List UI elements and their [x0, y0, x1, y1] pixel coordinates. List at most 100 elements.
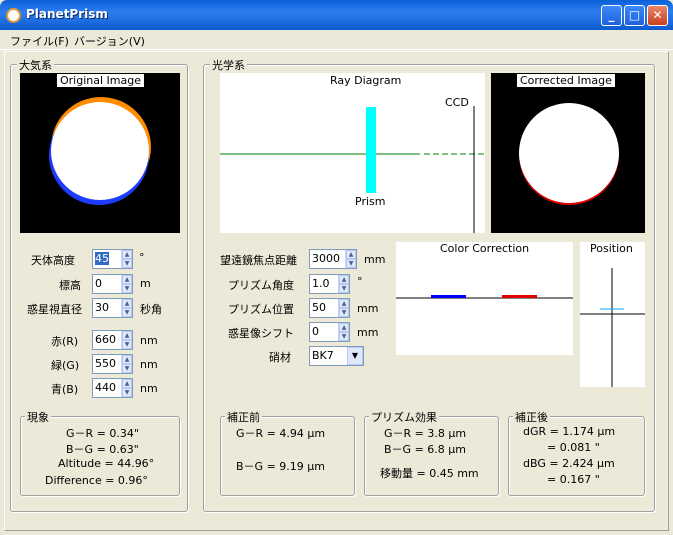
- corrected-image-caption: Corrected Image: [517, 74, 615, 87]
- phenomena-bg: B－G = 0.63": [66, 443, 139, 456]
- prism-position-value[interactable]: 50: [310, 299, 338, 317]
- elevation-value[interactable]: 0: [93, 275, 121, 293]
- color-correction-caption: Color Correction: [440, 242, 530, 255]
- prism-position-spinner[interactable]: 50 ▲ ▼: [309, 298, 350, 318]
- menu-file[interactable]: ファイル(F): [10, 33, 69, 49]
- color-correction-panel: [396, 242, 573, 355]
- glass-material-value[interactable]: BK7: [310, 347, 347, 365]
- planet-disk: [51, 102, 149, 200]
- altitude-value[interactable]: 45: [95, 252, 109, 265]
- spin-down-icon[interactable]: ▼: [122, 340, 132, 349]
- spin-down-icon[interactable]: ▼: [339, 308, 349, 317]
- color-correction-svg: [396, 295, 573, 299]
- before-bg: B－G = 9.19 μm: [236, 460, 325, 473]
- elevation-spinner[interactable]: 0 ▲ ▼: [92, 274, 133, 294]
- altitude-spinner[interactable]: 45 ▲ ▼: [92, 249, 133, 269]
- planet-shift-spinner[interactable]: 0 ▲ ▼: [309, 322, 350, 342]
- green-unit: nm: [140, 358, 158, 371]
- original-image-caption: Original Image: [57, 74, 144, 87]
- before-correction-title: 補正前: [225, 409, 262, 425]
- spin-down-icon[interactable]: ▼: [346, 259, 356, 268]
- optics-group-title: 光学系: [210, 57, 247, 73]
- spin-up-icon[interactable]: ▲: [339, 323, 349, 332]
- prism-angle-unit: °: [357, 275, 363, 288]
- position-panel: [580, 242, 645, 387]
- blue-bar: [431, 295, 466, 298]
- planet-shift-value[interactable]: 0: [310, 323, 338, 341]
- glass-material-label: 硝材: [269, 351, 291, 364]
- red-bar: [502, 295, 537, 298]
- after-dbg: dBG = 2.424 μm: [523, 457, 615, 470]
- after-dbg-arcsec: = 0.167 ": [547, 473, 600, 486]
- atmosphere-group-title: 大気系: [17, 57, 54, 73]
- diameter-unit: 秒角: [140, 303, 162, 316]
- prism-position-label: プリズム位置: [228, 303, 294, 316]
- after-correction-title: 補正後: [513, 409, 550, 425]
- window-title: PlanetPrism: [26, 7, 108, 21]
- focal-length-label: 望遠鏡焦点距離: [220, 254, 297, 267]
- phenomena-difference: Difference = 0.96°: [45, 474, 148, 487]
- blue-value[interactable]: 440: [93, 379, 121, 397]
- prism-effect-title: プリズム効果: [369, 409, 439, 425]
- red-value[interactable]: 660: [93, 331, 121, 349]
- position-caption: Position: [590, 242, 633, 255]
- spin-down-icon[interactable]: ▼: [122, 259, 132, 268]
- diameter-label: 惑星視直径: [27, 303, 82, 316]
- diameter-value[interactable]: 30: [93, 299, 121, 317]
- focal-length-spinner[interactable]: 3000 ▲ ▼: [309, 249, 357, 269]
- blue-label: 青(B): [51, 383, 79, 396]
- planet-shift-label: 惑星像シフト: [228, 327, 294, 340]
- green-value[interactable]: 550: [93, 355, 121, 373]
- after-dgr: dGR = 1.174 μm: [523, 425, 616, 438]
- menu-bar: ファイル(F) バージョン(V): [0, 30, 673, 50]
- ray-diagram-caption: Ray Diagram: [330, 74, 402, 87]
- spin-up-icon[interactable]: ▲: [346, 250, 356, 259]
- prism-angle-label: プリズム角度: [228, 279, 294, 292]
- spin-down-icon[interactable]: ▼: [122, 388, 132, 397]
- prism-effect-bg: B－G = 6.8 μm: [384, 443, 466, 456]
- focal-length-value[interactable]: 3000: [310, 250, 345, 268]
- prism-effect-move: 移動量 = 0.45 mm: [380, 467, 479, 480]
- prism-effect-gr: G－R = 3.8 μm: [384, 427, 467, 440]
- spin-down-icon[interactable]: ▼: [339, 284, 349, 293]
- elevation-label: 標高: [59, 279, 81, 292]
- red-wavelength-spinner[interactable]: 660 ▲ ▼: [92, 330, 133, 350]
- corrected-planet-disk: [519, 103, 619, 203]
- red-unit: nm: [140, 334, 158, 347]
- spin-up-icon[interactable]: ▲: [122, 355, 132, 364]
- prism-shape: [366, 107, 376, 193]
- phenomena-title: 現象: [25, 409, 51, 425]
- prism-angle-value[interactable]: 1.0: [310, 275, 338, 293]
- spin-up-icon[interactable]: ▲: [122, 250, 132, 259]
- corrected-planet-svg: [519, 103, 619, 205]
- title-bar[interactable]: PlanetPrism _ □ ✕: [0, 0, 673, 30]
- spin-up-icon[interactable]: ▲: [122, 275, 132, 284]
- prism-label: Prism: [355, 195, 386, 208]
- blue-wavelength-spinner[interactable]: 440 ▲ ▼: [92, 378, 133, 398]
- blue-unit: nm: [140, 382, 158, 395]
- spin-down-icon[interactable]: ▼: [122, 364, 132, 373]
- prism-angle-spinner[interactable]: 1.0 ▲ ▼: [309, 274, 350, 294]
- spin-up-icon[interactable]: ▲: [122, 299, 132, 308]
- glass-material-select[interactable]: BK7 ▼: [309, 346, 364, 366]
- phenomena-altitude: Altitude = 44.96°: [58, 457, 155, 470]
- diameter-spinner[interactable]: 30 ▲ ▼: [92, 298, 133, 318]
- menu-version[interactable]: バージョン(V): [74, 33, 145, 49]
- spin-up-icon[interactable]: ▲: [122, 331, 132, 340]
- spin-down-icon[interactable]: ▼: [339, 332, 349, 341]
- minimize-button[interactable]: _: [601, 5, 622, 26]
- chevron-down-icon[interactable]: ▼: [347, 347, 363, 365]
- position-svg: [580, 268, 645, 387]
- spin-down-icon[interactable]: ▼: [122, 308, 132, 317]
- spin-up-icon[interactable]: ▲: [339, 275, 349, 284]
- green-wavelength-spinner[interactable]: 550 ▲ ▼: [92, 354, 133, 374]
- focal-length-unit: mm: [364, 253, 386, 266]
- corrected-image: [491, 73, 645, 233]
- close-button[interactable]: ✕: [647, 5, 668, 26]
- maximize-button[interactable]: □: [624, 5, 645, 26]
- spin-down-icon[interactable]: ▼: [122, 284, 132, 293]
- spin-up-icon[interactable]: ▲: [339, 299, 349, 308]
- green-label: 緑(G): [51, 359, 80, 372]
- after-dgr-arcsec: = 0.081 ": [547, 441, 600, 454]
- spin-up-icon[interactable]: ▲: [122, 379, 132, 388]
